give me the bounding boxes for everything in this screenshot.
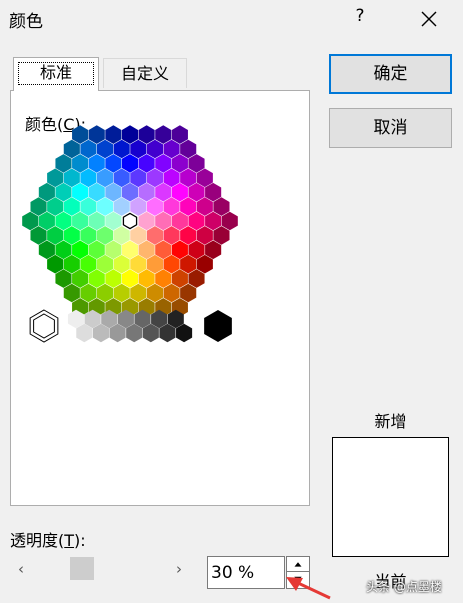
slider-left-arrow-icon[interactable]: ‹	[14, 560, 28, 578]
chevron-up-icon	[294, 562, 302, 567]
new-color-label: 新增	[374, 412, 407, 431]
slider-thumb[interactable]	[70, 557, 95, 580]
transparency-input[interactable]	[207, 556, 285, 589]
close-icon[interactable]	[418, 8, 440, 30]
colors-label: 颜色(C):	[25, 111, 86, 135]
cancel-button[interactable]: 取消	[329, 108, 452, 148]
transparency-label: 透明度(T):	[10, 527, 86, 551]
trans-label: 透明度(T):	[10, 531, 86, 550]
watermark: 头条 @点墨楼	[366, 580, 442, 594]
spin-up-button[interactable]	[286, 556, 310, 572]
tab-focus-rect	[18, 62, 94, 85]
color-preview-swatch	[332, 437, 449, 557]
tab-standard[interactable]: 标准	[13, 57, 99, 91]
color-label: 颜色(C):	[25, 115, 87, 134]
standard-colors-panel	[10, 90, 310, 506]
tab-custom[interactable]: 自定义	[103, 58, 187, 88]
chevron-down-icon	[294, 576, 302, 582]
slider-right-arrow-icon[interactable]: ›	[172, 560, 186, 578]
spin-down-button[interactable]	[286, 572, 310, 589]
ok-button[interactable]: 确定	[329, 54, 452, 94]
transparency-slider[interactable]	[10, 554, 193, 584]
tab-custom-label: 自定义	[120, 64, 169, 83]
dialog-title: 颜色	[9, 12, 43, 32]
help-button[interactable]: ?	[352, 6, 368, 26]
